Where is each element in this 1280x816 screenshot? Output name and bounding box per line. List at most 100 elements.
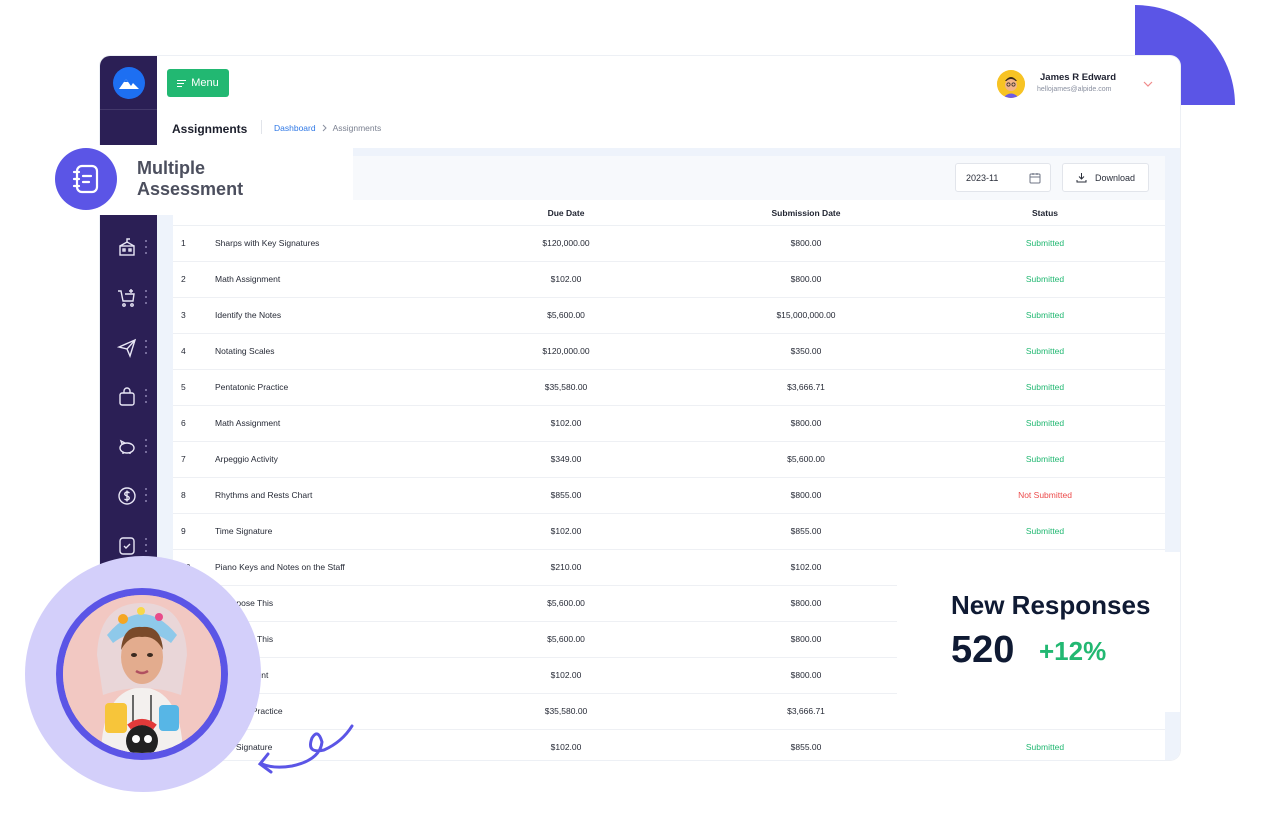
stat-title: New Responses — [951, 590, 1151, 620]
school-icon — [119, 238, 135, 256]
sidebar-item-shop[interactable] — [100, 385, 157, 409]
due-date-value: $855.00 — [550, 490, 582, 500]
page-title: Assignments — [172, 122, 248, 136]
row-number: 3 — [181, 310, 186, 320]
user-email: hellojames@alpide.com — [1037, 86, 1112, 93]
assignment-name: Math Assignment — [215, 274, 281, 284]
due-date-value: $5,600.00 — [547, 634, 585, 644]
sidebar-item-savings[interactable] — [100, 435, 157, 459]
menu-button[interactable]: Menu — [167, 69, 229, 97]
calendar-icon — [1029, 173, 1041, 184]
download-button-label: Download — [1094, 172, 1136, 183]
submission-date-value: $3,666.71 — [787, 706, 825, 716]
row-number: 5 — [181, 382, 186, 392]
menu-button-label: Menu — [191, 77, 219, 89]
download-button[interactable]: Download — [1062, 163, 1149, 192]
sidebar-item-send[interactable] — [100, 336, 157, 360]
due-date-value: $35,580.00 — [544, 706, 588, 716]
table-row[interactable]: 9 Time Signature $102.00 $855.00 Submitted — [173, 514, 1165, 550]
cart-add-icon — [118, 289, 135, 307]
due-date-value: $102.00 — [550, 742, 582, 752]
table-row[interactable]: 5 Pentatonic Practice $35,580.00 $3,666.71 S… — [173, 370, 1165, 406]
item-options-icon[interactable] — [144, 488, 148, 502]
table-row[interactable]: 3 Identify the Notes $5,600.00 $15,000,000.… — [173, 298, 1165, 334]
user-name: James R Edward — [1040, 72, 1117, 83]
breadcrumb-current: Assignments — [332, 123, 382, 133]
month-picker[interactable]: 2023-11 — [955, 163, 1051, 192]
app-logo[interactable] — [112, 66, 145, 99]
status-badge: Submitted — [1025, 238, 1065, 248]
submission-date-value: $15,000,000.00 — [776, 310, 836, 320]
status-badge: Submitted — [1025, 310, 1065, 320]
month-picker-value: 2023-11 — [966, 173, 999, 183]
user-avatar — [997, 70, 1025, 98]
row-number: 6 — [181, 418, 186, 428]
item-options-icon[interactable] — [144, 290, 148, 304]
status-badge: Submitted — [1025, 742, 1065, 752]
assignment-name: Piano Keys and Notes on the Staff — [215, 562, 345, 572]
status-badge: Submitted — [1025, 346, 1065, 356]
table-row[interactable]: 8 Rhythms and Rests Chart $855.00 $800.00 No… — [173, 478, 1165, 514]
dollar-circle-icon — [118, 487, 136, 505]
assignment-name: Pentatonic Practice — [215, 382, 289, 392]
assignment-name: Arpeggio Activity — [215, 454, 278, 464]
submission-date-value: $855.00 — [790, 742, 822, 752]
submission-date-value: $350.00 — [790, 346, 822, 356]
status-badge: Submitted — [1025, 274, 1065, 284]
assignment-name: Notating Scales — [215, 346, 275, 356]
due-date-value: $5,600.00 — [547, 310, 585, 320]
download-icon — [1076, 173, 1087, 183]
item-options-icon[interactable] — [144, 240, 148, 254]
piggy-bank-icon — [119, 439, 135, 454]
user-profile-menu[interactable]: James R Edward hellojames@alpide.com — [997, 69, 1167, 99]
submission-date-value: $800.00 — [790, 634, 822, 644]
sidebar-item-school[interactable] — [100, 236, 157, 260]
row-number: 1 — [181, 238, 186, 248]
table-row[interactable]: 2 Math Assignment $102.00 $800.00 Submitted — [173, 262, 1165, 298]
row-number: 9 — [181, 526, 186, 536]
due-date-value: $102.00 — [550, 418, 582, 428]
menu-icon — [177, 79, 187, 87]
submission-date-value: $800.00 — [790, 274, 822, 284]
due-date-value: $102.00 — [550, 274, 582, 284]
sidebar-item-payments[interactable] — [100, 484, 157, 508]
item-options-icon[interactable] — [144, 389, 148, 403]
due-date-value: $5,600.00 — [547, 598, 585, 608]
notebook-icon — [55, 148, 117, 210]
sidebar-item-cart[interactable] — [100, 286, 157, 310]
decorative-arrow-icon — [257, 724, 354, 774]
shopping-bag-icon — [119, 387, 135, 406]
due-date-value: $120,000.00 — [542, 238, 590, 248]
due-date-value: $120,000.00 — [542, 346, 590, 356]
status-badge: Not Submitted — [1018, 490, 1072, 500]
item-options-icon[interactable] — [144, 538, 148, 552]
status-badge: Submitted — [1025, 526, 1065, 536]
row-number: 8 — [181, 490, 186, 500]
column-header-due-date[interactable]: Due Date — [548, 208, 585, 218]
submission-date-value: $800.00 — [790, 490, 822, 500]
item-options-icon[interactable] — [144, 340, 148, 354]
column-header-status[interactable]: Status — [1032, 208, 1058, 218]
due-date-value: $102.00 — [550, 670, 582, 680]
breadcrumb-link-dashboard[interactable]: Dashboard — [274, 123, 316, 133]
item-options-icon[interactable] — [144, 439, 148, 453]
status-badge: Submitted — [1025, 382, 1065, 392]
assignment-name: Rhythms and Rests Chart — [215, 490, 313, 500]
chevron-down-icon[interactable] — [1141, 77, 1155, 91]
woman-hoodie-illustration — [63, 595, 221, 753]
submission-date-value: $855.00 — [790, 526, 822, 536]
breadcrumb-divider — [261, 120, 262, 134]
status-badge: Submitted — [1025, 454, 1065, 464]
table-row[interactable]: 7 Arpeggio Activity $349.00 $5,600.00 Submit… — [173, 442, 1165, 478]
submission-date-value: $800.00 — [790, 238, 822, 248]
table-row[interactable]: 4 Notating Scales $120,000.00 $350.00 Submit… — [173, 334, 1165, 370]
column-header-submission-date[interactable]: Submission Date — [772, 208, 841, 218]
mountain-logo-icon — [118, 78, 139, 89]
status-badge: Submitted — [1025, 418, 1065, 428]
row-number: 7 — [181, 454, 186, 464]
table-row[interactable]: 6 Math Assignment $102.00 $800.00 Submitted — [173, 406, 1165, 442]
document-check-icon — [119, 537, 135, 555]
sidebar-item-documents[interactable] — [100, 534, 157, 558]
feature-badge-label: Multiple Assessment — [137, 158, 244, 199]
table-row[interactable]: 1 Sharps with Key Signatures $120,000.00 $8… — [173, 226, 1165, 262]
